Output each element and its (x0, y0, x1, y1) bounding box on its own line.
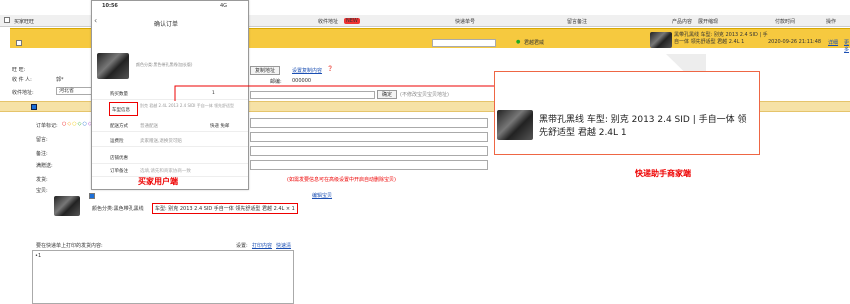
merchant-caption: 快递助手商家端 (635, 169, 691, 178)
callout-text: 黑带孔黑线 车型: 别克 2013 2.4 SID | 手自一体 领先舒适型 君… (539, 115, 747, 138)
callout-thumbnail (497, 110, 533, 140)
zoom-callout: 黑带孔黑线 车型: 别克 2013 2.4 SID | 手自一体 领先舒适型 君… (494, 71, 760, 155)
